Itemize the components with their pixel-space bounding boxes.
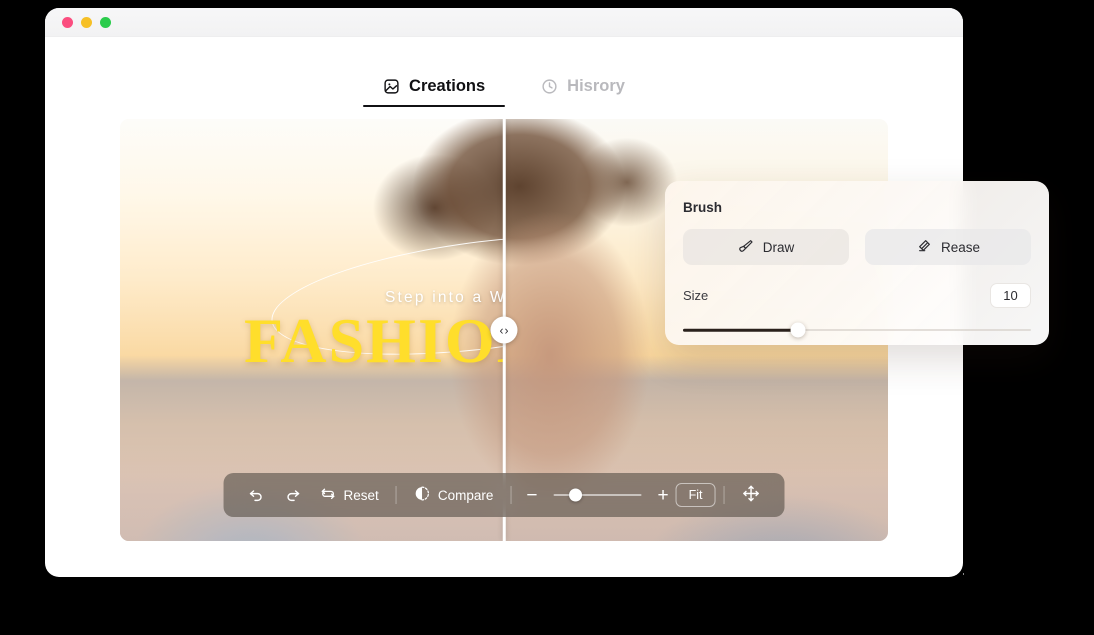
brush-panel-title: Brush (683, 200, 723, 215)
tab-creations-label: Creations (409, 77, 486, 95)
eraser-icon (916, 238, 932, 257)
draw-label: Draw (762, 239, 795, 255)
tab-bar: Creations Hisrory (45, 37, 963, 107)
zoom-slider-thumb[interactable] (568, 488, 582, 502)
chevron-left-icon: ‹ (499, 323, 504, 337)
brush-size-label: Size (683, 288, 709, 303)
contrast-icon (414, 485, 431, 505)
zoom-slider[interactable] (553, 486, 642, 504)
brush-size-thumb[interactable] (790, 322, 806, 338)
fit-button[interactable]: Fit (675, 483, 716, 507)
redo-button[interactable] (275, 480, 311, 510)
compare-slider-handle[interactable]: ‹ › (490, 316, 518, 344)
brush-mode-group: Draw Rease (683, 229, 1031, 265)
compare-label: Compare (437, 487, 494, 503)
clock-icon (541, 78, 558, 95)
erase-button[interactable]: Rease (865, 229, 1031, 265)
tab-history[interactable]: Hisrory (535, 77, 631, 107)
draw-button[interactable]: Draw (683, 229, 849, 265)
brush-size-fill (683, 328, 798, 332)
close-window-button[interactable] (62, 16, 73, 28)
reset-button[interactable]: Reset (311, 480, 388, 510)
brush-size-input[interactable]: 10 (990, 283, 1031, 308)
brush-size-row: Size 10 (683, 283, 1031, 308)
brush-icon (738, 238, 754, 257)
toolbar-separator-2 (510, 486, 512, 504)
brush-panel: Brush Draw Rease Size 10 (665, 181, 1049, 345)
tab-creations[interactable]: Creations (363, 77, 506, 107)
undo-button[interactable] (239, 480, 275, 510)
title-bar (45, 8, 963, 37)
toolbar-separator-3 (723, 486, 725, 504)
pan-button[interactable] (732, 480, 769, 510)
traffic-lights (62, 16, 111, 28)
screenshot-stage: Creations Hisrory Step into a W FASHION (0, 0, 1094, 635)
move-icon (741, 484, 760, 506)
editor-toolbar: Reset Compare − + Fit (223, 473, 785, 517)
redo-icon (284, 485, 302, 506)
minimize-window-button[interactable] (81, 16, 92, 28)
zoom-in-button[interactable]: + (650, 486, 675, 505)
refresh-icon (320, 485, 337, 505)
image-icon (383, 78, 400, 95)
erase-label: Rease (940, 239, 981, 255)
tab-history-label: Hisrory (567, 77, 625, 95)
reset-label: Reset (343, 487, 379, 503)
toolbar-separator-1 (395, 486, 397, 504)
compare-button[interactable]: Compare (405, 480, 503, 510)
maximize-window-button[interactable] (100, 16, 111, 28)
zoom-out-button[interactable]: − (519, 486, 544, 505)
chevron-right-icon: › (504, 323, 509, 337)
brush-size-slider[interactable] (683, 322, 1031, 338)
zoom-slider-track (553, 493, 642, 497)
undo-icon (248, 485, 266, 506)
